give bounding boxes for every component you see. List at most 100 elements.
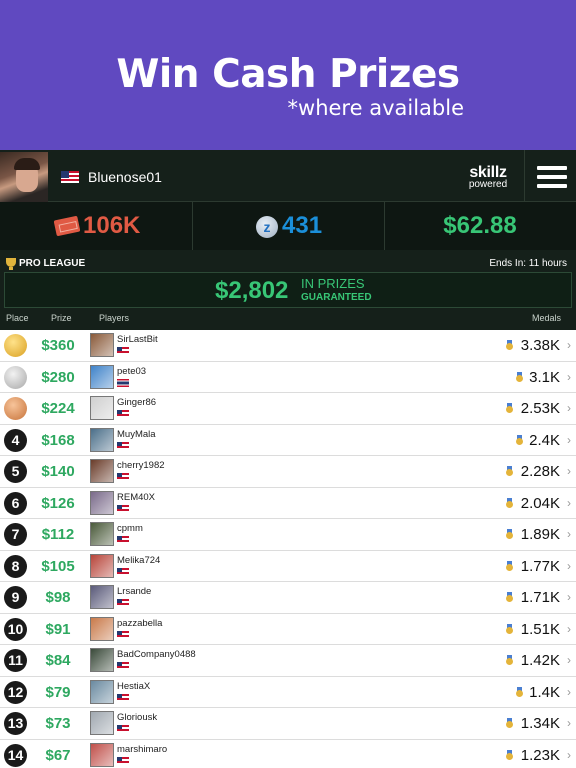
leaderboard-row[interactable]: $360 SirLastBit 3.38K › [0,330,576,362]
place-medal-icon [4,397,27,420]
leaderboard-row[interactable]: 12 $79 HestiaX 1.4K › [0,676,576,708]
place-badge: 8 [4,554,27,578]
us-flag-icon [117,504,129,513]
row-prize: $67 [45,746,71,764]
row-prize: $105 [41,557,75,575]
us-flag-icon [117,347,129,355]
menu-icon-bar [537,166,567,170]
player-avatar [90,648,114,672]
leaderboard-row[interactable]: $280 pete03 3.1K › [0,361,576,393]
player-medals: 1.34K [520,715,560,732]
place-medal-icon [4,334,27,357]
player-avatar [90,616,114,641]
medal-icon [506,466,513,476]
player-name: Gloriousk [117,712,158,723]
league-panel: PRO LEAGUE Ends In: 11 hours $2,802 IN P… [0,250,576,330]
column-header-players: Players [99,313,130,323]
place-badge: 6 [4,491,27,515]
trophy-icon [6,258,16,270]
place-badge: 9 [4,586,27,609]
column-header-place: Place [6,313,29,323]
row-prize: $79 [45,683,71,701]
player-name: pete03 [117,365,147,377]
place-badge: 4 [4,428,27,452]
place-badge: 5 [4,460,27,483]
place-badge: 14 [4,743,27,767]
leaderboard-row[interactable]: 13 $73 Gloriousk 1.34K › [0,708,576,740]
leaderboard-row[interactable]: 14 $67 marshimaro 1.23K › [0,739,576,768]
medal-icon [506,623,513,634]
tickets-value: 106K [83,212,141,239]
player-avatar [90,459,114,483]
player-name: MuyMala [117,428,156,440]
chevron-right-icon: › [567,401,571,415]
us-flag-icon [117,567,129,576]
menu-button[interactable] [524,150,576,202]
medal-icon [506,592,513,602]
medal-icon [506,403,513,413]
row-prize: $98 [45,589,71,606]
player-avatar [90,396,114,420]
prize-pool-guaranteed: GUARANTEED [301,292,372,303]
leaderboard-row[interactable]: 7 $112 cpmm 1.89K › [0,519,576,551]
medal-icon [506,340,513,350]
us-flag-icon [117,630,129,639]
us-flag-icon [117,536,129,544]
ticket-icon [53,215,81,237]
z-value: 431 [282,212,323,239]
player-avatar [90,679,114,704]
player-avatar [90,553,114,578]
us-flag-icon [117,441,129,450]
place-medal-icon [4,365,27,389]
row-prize: $91 [45,620,71,638]
chevron-right-icon: › [567,527,571,541]
medal-icon [506,655,513,665]
medal-icon [506,718,513,728]
leaderboard-row[interactable]: 8 $105 Melika724 1.77K › [0,550,576,582]
banner-subtitle: *where available [287,96,464,120]
us-flag-icon [117,410,129,418]
leaderboard-row[interactable]: 9 $98 Lrsande 1.71K › [0,582,576,614]
chevron-right-icon: › [567,338,571,352]
medal-icon [516,371,523,382]
chevron-right-icon: › [567,747,571,762]
leaderboard-row[interactable]: $224 Ginger86 2.53K › [0,393,576,425]
player-name: Lrsande [117,586,152,597]
tickets-stat[interactable]: 106K [0,202,192,250]
row-prize: $280 [41,368,75,386]
stats-bar: 106K z 431 $62.88 [0,202,576,250]
avatar-hair [14,158,40,170]
us-flag-icon [117,599,129,607]
medal-icon [506,749,513,760]
player-medals: 3.38K [520,337,560,354]
skillz-logo-sub: powered [468,179,508,190]
column-header-prize: Prize [51,313,72,323]
place-badge: 13 [4,712,27,735]
player-avatar [90,333,114,357]
leaderboard-row[interactable]: 10 $91 pazzabella 1.51K › [0,613,576,645]
chevron-right-icon: › [567,621,571,636]
chevron-right-icon: › [567,369,571,384]
player-name: BadCompany0488 [117,649,196,660]
medal-icon [506,560,513,571]
row-prize: $168 [41,431,75,449]
chevron-right-icon: › [567,716,571,730]
leaderboard-row[interactable]: 4 $168 MuyMala 2.4K › [0,424,576,456]
banner-title: Win Cash Prizes [116,52,460,97]
chevron-right-icon: › [567,464,571,478]
leaderboard-row[interactable]: 5 $140 cherry1982 2.28K › [0,456,576,488]
player-medals: 1.77K [520,557,560,575]
player-avatar [90,427,114,452]
player-avatar [90,364,114,389]
chevron-right-icon: › [567,684,571,699]
player-medals: 2.53K [520,400,560,417]
leaderboard-row[interactable]: 6 $126 REM40X 2.04K › [0,487,576,519]
leaderboard-row[interactable]: 11 $84 BadCompany0488 1.42K › [0,645,576,677]
user-avatar[interactable] [0,152,48,202]
player-avatar [90,490,114,515]
player-medals: 1.4K [529,683,560,701]
row-prize: $360 [41,337,75,354]
us-flag-icon [117,473,129,481]
z-coin-icon: z [256,216,278,238]
player-name: cpmm [117,523,143,534]
